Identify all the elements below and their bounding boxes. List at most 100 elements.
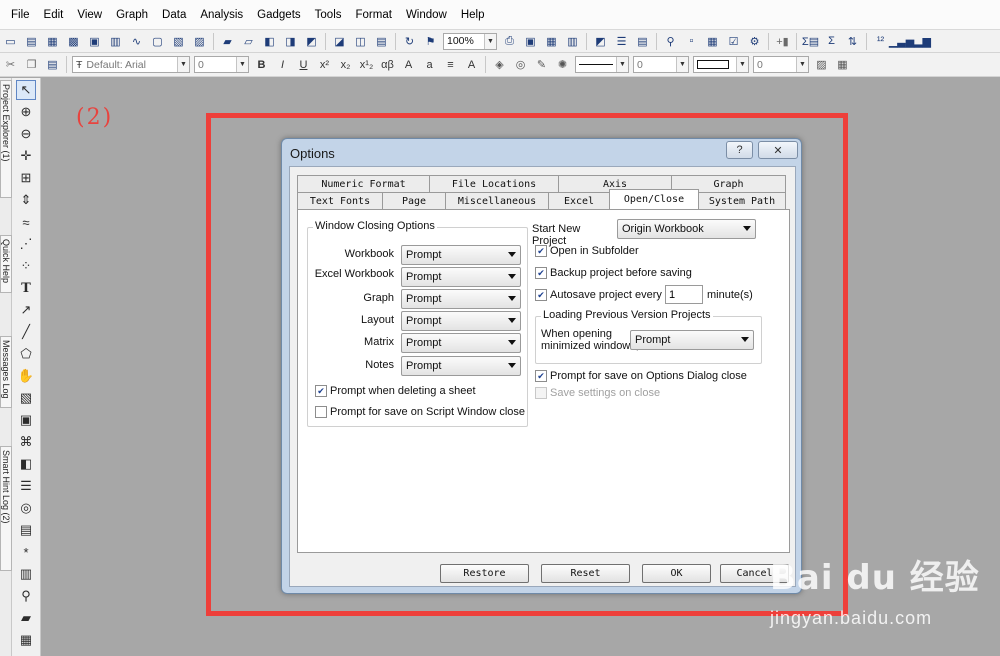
menu-data[interactable]: Data xyxy=(155,0,193,30)
tab-quick-help[interactable]: Quick Help xyxy=(0,235,12,293)
menu-tools[interactable]: Tools xyxy=(308,0,349,30)
column-chart-icon[interactable]: ▁▃▅ xyxy=(889,33,914,50)
import-multiple-icon[interactable]: ▤ xyxy=(373,33,390,50)
tab-smart-hint-log[interactable]: Smart Hint Log (2) xyxy=(0,446,12,571)
asterisk-icon[interactable]: * xyxy=(16,542,36,562)
minimized-windows-select[interactable]: Prompt xyxy=(630,330,754,350)
tab-miscellaneous[interactable]: Miscellaneous xyxy=(445,192,549,209)
batch-icon[interactable]: ⚑ xyxy=(422,33,439,50)
polygon-tool-icon[interactable]: ⬠ xyxy=(16,344,36,364)
font-select[interactable]: Ŧ Default: Arial ▼ xyxy=(72,56,190,73)
list-tool-icon[interactable]: ☰ xyxy=(16,476,36,496)
prompt-save-script-checkbox[interactable]: Prompt for save on Script Window close xyxy=(315,406,525,418)
import-icon[interactable]: ◪ xyxy=(331,33,348,50)
copy-icon[interactable]: ❐ xyxy=(23,56,40,73)
save-settings-on-close-checkbox[interactable]: Save settings on close xyxy=(535,387,660,399)
decrease-font-icon[interactable]: a xyxy=(421,56,438,73)
checklist-icon[interactable]: ☑ xyxy=(725,33,742,50)
new-graph-icon[interactable]: ▣ xyxy=(86,33,103,50)
project-explorer-icon[interactable]: ⚲ xyxy=(662,33,679,50)
bold-icon[interactable]: B xyxy=(253,56,270,73)
tab-excel[interactable]: Excel xyxy=(548,192,610,209)
open-template-icon[interactable]: ▱ xyxy=(240,33,257,50)
results-log-icon[interactable]: ☰ xyxy=(613,33,630,50)
pattern-value-select[interactable]: 0 ▼ xyxy=(753,56,809,73)
prompt-delete-sheet-checkbox[interactable]: ✔ Prompt when deleting a sheet xyxy=(315,385,476,397)
zoom-in-icon[interactable]: ⊕ xyxy=(16,102,36,122)
zoom-select[interactable]: 100% ▼ xyxy=(443,32,497,50)
movable-icon[interactable]: ⌘ xyxy=(16,432,36,452)
save-template-icon[interactable]: ◩ xyxy=(303,33,320,50)
zoom-out-icon[interactable]: ⊖ xyxy=(16,124,36,144)
film-icon[interactable]: ▥ xyxy=(564,33,581,50)
line-tool-icon[interactable]: ╱ xyxy=(16,322,36,342)
pointer-icon[interactable]: ↖ xyxy=(16,80,36,100)
object-icon[interactable]: ▣ xyxy=(16,410,36,430)
tab-project-explorer[interactable]: Project Explorer (1) xyxy=(0,80,12,198)
new-workbook-icon[interactable]: ▦ xyxy=(44,33,61,50)
text-tool-icon[interactable]: T xyxy=(16,278,36,298)
add-column-icon[interactable]: +▮ xyxy=(774,33,791,50)
new-project-icon[interactable]: ▭ xyxy=(2,33,19,50)
search-icon[interactable]: ⚲ xyxy=(16,586,36,606)
subscript-icon[interactable]: x₂ xyxy=(337,56,354,73)
data-reader-icon[interactable]: ⊞ xyxy=(16,168,36,188)
layer-icon[interactable]: ◧ xyxy=(16,454,36,474)
bar-chart-icon[interactable]: ▂▆ xyxy=(914,33,931,50)
scatter-select-icon[interactable]: ⁘ xyxy=(16,256,36,276)
autosave-minutes-input[interactable]: 1 xyxy=(665,285,703,304)
line-width-select[interactable]: 0 ▼ xyxy=(633,56,689,73)
menu-help[interactable]: Help xyxy=(454,0,492,30)
tab-system-path[interactable]: System Path xyxy=(698,192,786,209)
new-function-icon[interactable]: ∿ xyxy=(128,33,145,50)
superscript-icon[interactable]: x² xyxy=(316,56,333,73)
data-selector-icon[interactable]: ⇕ xyxy=(16,190,36,210)
tab-open-close[interactable]: Open/Close xyxy=(609,189,699,209)
new-matrix-icon[interactable]: ▥ xyxy=(107,33,124,50)
workbook-close-select[interactable]: Prompt xyxy=(401,245,521,265)
open-excel-icon[interactable]: ◧ xyxy=(261,33,278,50)
folder-icon[interactable]: ▰ xyxy=(16,608,36,628)
number-format-icon[interactable]: ¹² xyxy=(872,33,889,50)
pattern-icon[interactable]: ◎ xyxy=(512,56,529,73)
start-new-project-select[interactable]: Origin Workbook xyxy=(617,219,756,239)
help-button[interactable]: ? xyxy=(726,141,753,159)
screen-reader-icon[interactable]: ✛ xyxy=(16,146,36,166)
close-button[interactable]: ✕ xyxy=(758,141,798,159)
layout-close-select[interactable]: Prompt xyxy=(401,311,521,331)
command-window-icon[interactable]: ▤ xyxy=(634,33,651,50)
sort-icon[interactable]: ⇅ xyxy=(844,33,861,50)
recalculate-icon[interactable]: ↻ xyxy=(401,33,418,50)
fill-color-icon[interactable]: ◈ xyxy=(491,56,508,73)
region-mask-icon[interactable]: ≈ xyxy=(16,212,36,232)
new-layout-icon[interactable]: ▢ xyxy=(149,33,166,50)
statistics-icon[interactable]: Σ▤ xyxy=(802,33,819,50)
tab-file-locations[interactable]: File Locations xyxy=(429,175,559,192)
open-in-subfolder-checkbox[interactable]: ✔ Open in Subfolder xyxy=(535,245,639,257)
align-icon[interactable]: ≡ xyxy=(442,56,459,73)
reset-button[interactable]: Reset xyxy=(541,564,630,583)
menu-file[interactable]: File xyxy=(4,0,37,30)
line-style-select[interactable]: ▼ xyxy=(575,56,629,73)
graph-close-select[interactable]: Prompt xyxy=(401,289,521,309)
paste-icon[interactable]: ▤ xyxy=(44,56,61,73)
table-tool-icon[interactable]: ▦ xyxy=(16,630,36,650)
gear-icon[interactable]: ⚙ xyxy=(746,33,763,50)
italic-icon[interactable]: I xyxy=(274,56,291,73)
arrow-tool-icon[interactable]: ↗ xyxy=(16,300,36,320)
supsub-icon[interactable]: x¹₂ xyxy=(358,56,375,73)
annotation-icon[interactable]: ▤ xyxy=(16,520,36,540)
increase-font-icon[interactable]: A xyxy=(400,56,417,73)
import-ascii-icon[interactable]: ◫ xyxy=(352,33,369,50)
menu-analysis[interactable]: Analysis xyxy=(193,0,250,30)
font-color-icon[interactable]: A xyxy=(463,56,480,73)
copy-page-icon[interactable]: ▦ xyxy=(543,33,560,50)
greek-icon[interactable]: αβ xyxy=(379,56,396,73)
tab-messages-log[interactable]: Messages Log xyxy=(0,336,12,408)
tab-page[interactable]: Page xyxy=(382,192,446,209)
menu-gadgets[interactable]: Gadgets xyxy=(250,0,307,30)
ok-button[interactable]: OK xyxy=(642,564,711,583)
menu-format[interactable]: Format xyxy=(349,0,399,30)
sticky-note-icon[interactable]: ▫ xyxy=(683,33,700,50)
circle-tool-icon[interactable]: ◎ xyxy=(16,498,36,518)
